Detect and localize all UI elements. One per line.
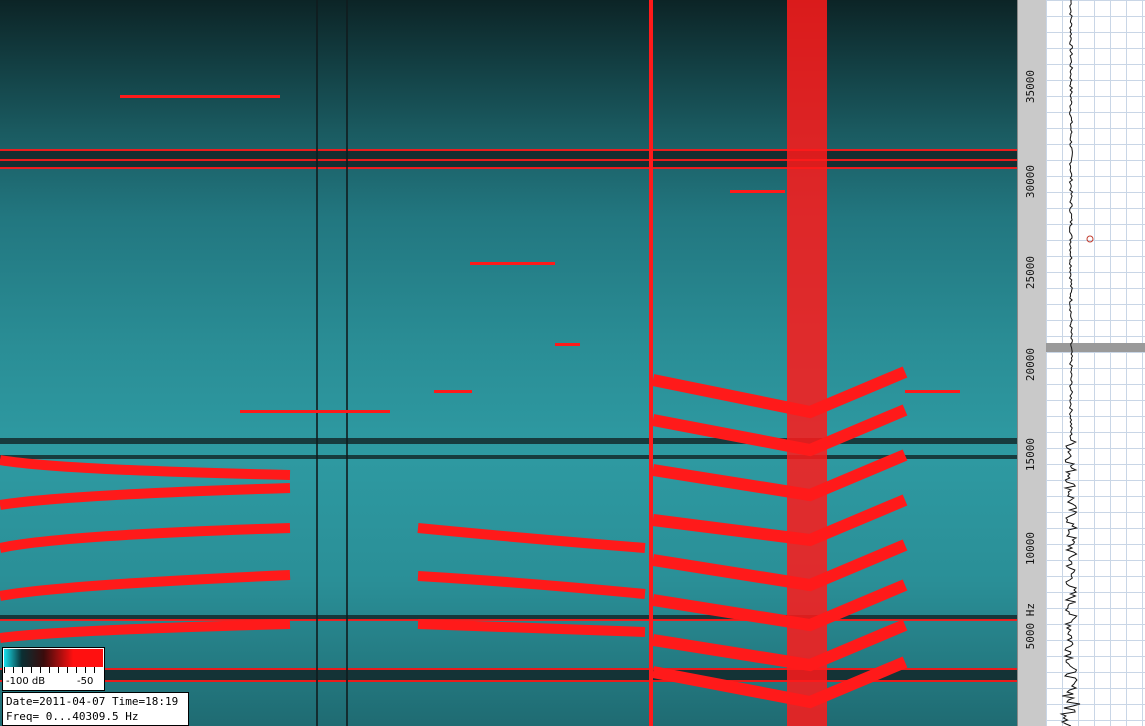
waveform-trace	[1059, 0, 1094, 726]
tonal-dash	[434, 390, 472, 393]
spectrogram-marks	[0, 0, 1017, 726]
harmonic-fan	[651, 366, 908, 419]
tonal-dash	[905, 390, 960, 393]
harmonic-band	[0, 455, 291, 480]
freq-tick-5000: 5000 Hz	[1024, 603, 1037, 650]
color-scale-ticks	[4, 667, 103, 673]
interference-line	[0, 149, 1017, 151]
waveform-trace-panel[interactable]	[1046, 0, 1145, 726]
freq-tick-20000: 20000	[1024, 348, 1037, 382]
harmonic-band	[417, 571, 646, 599]
color-scale-min-label: -100 dB	[6, 676, 46, 687]
date-time-label: Date=2011-04-07 Time=18:19	[6, 695, 179, 708]
harmonic-fan	[652, 539, 908, 592]
spectrogram-view[interactable]	[0, 0, 1017, 726]
harmonic-band	[417, 523, 646, 553]
tonal-dash	[730, 190, 785, 193]
harmonic-fan	[652, 449, 908, 502]
freq-tick-25000: 25000	[1024, 256, 1037, 290]
vertical-dark-line	[346, 0, 348, 726]
freq-tick-35000: 35000	[1024, 70, 1037, 104]
harmonic-fan	[652, 494, 908, 547]
interference-line	[0, 167, 1017, 169]
recording-info-box: Date=2011-04-07 Time=18:19 Freq= 0...403…	[2, 692, 189, 726]
frequency-axis: 35000 30000 25000 20000 15000 10000 5000…	[1017, 0, 1047, 726]
waveform-line	[1059, 0, 1081, 726]
tonal-dash	[120, 95, 280, 98]
harmonic-band	[0, 483, 291, 510]
freq-tick-30000: 30000	[1024, 165, 1037, 199]
color-scale-gradient	[4, 649, 103, 667]
cursor-marker	[1086, 235, 1094, 243]
harmonic-fan	[652, 619, 908, 672]
interference-band	[0, 438, 1017, 444]
interference-line	[0, 668, 1017, 670]
vertical-dark-line	[316, 0, 318, 726]
interference-line	[0, 159, 1017, 161]
harmonic-band	[0, 619, 291, 643]
harmonic-band	[0, 523, 291, 553]
interference-line	[0, 619, 1017, 621]
tonal-dash	[240, 410, 390, 413]
frequency-range-label: Freq= 0...40309.5 Hz	[6, 710, 139, 723]
tonal-dash	[470, 262, 555, 265]
vertical-marker	[649, 0, 653, 726]
color-scale-legend: -100 dB -50	[2, 647, 105, 691]
harmonic-band	[417, 619, 646, 637]
freq-tick-15000: 15000	[1024, 438, 1037, 472]
freq-tick-10000: 10000	[1024, 532, 1037, 566]
tonal-dash	[555, 343, 580, 346]
harmonic-band	[0, 570, 291, 601]
interference-band	[0, 455, 1017, 459]
color-scale-max-label: -50	[77, 676, 94, 687]
